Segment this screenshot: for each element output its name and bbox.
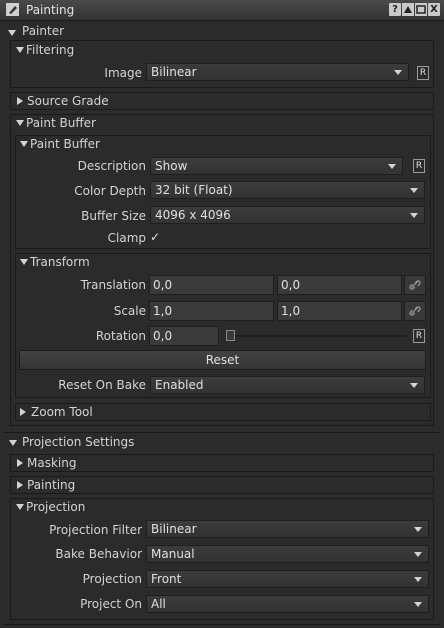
masking-title[interactable]: Masking — [27, 456, 76, 470]
chevron-down-icon — [410, 188, 418, 193]
translation-x-field[interactable]: 0,0 — [149, 275, 274, 295]
window-title: Painting — [26, 3, 75, 17]
bake-behavior-label: Bake Behavior — [55, 547, 142, 561]
color-depth-value: 32 bit (Float) — [155, 183, 233, 197]
transform-title[interactable]: Transform — [30, 255, 90, 269]
help-icon[interactable]: ? — [389, 3, 401, 16]
projection-collapse-icon[interactable] — [16, 504, 24, 510]
reset-on-bake-value: Enabled — [155, 378, 204, 392]
divider — [4, 432, 440, 433]
paint-buffer-section-collapse-icon[interactable] — [16, 120, 24, 126]
masking-expand-icon[interactable] — [17, 459, 23, 467]
bake-behavior-value: Manual — [151, 547, 195, 561]
paint-buffer-section-title[interactable]: Paint Buffer — [26, 116, 96, 130]
clamp-checkbox[interactable]: ✓ — [150, 230, 160, 244]
rotation-reset-button[interactable]: R — [413, 329, 425, 343]
window-titlebar: Painting ? X — [0, 0, 444, 21]
description-label: Description — [77, 159, 146, 173]
zoom-tool-title[interactable]: Zoom Tool — [31, 405, 93, 419]
buffer-size-label: Buffer Size — [81, 209, 146, 223]
projection-value: Front — [151, 572, 182, 586]
projection-filter-label: Projection Filter — [49, 523, 142, 537]
reset-on-bake-label: Reset On Bake — [58, 378, 146, 392]
minimize-icon[interactable] — [402, 3, 414, 16]
rotation-slider-track[interactable] — [230, 335, 406, 337]
description-reset-button[interactable]: R — [413, 159, 425, 173]
zoom-tool-expand-icon[interactable] — [20, 408, 26, 416]
chevron-down-icon — [414, 552, 422, 557]
chevron-down-icon — [410, 383, 418, 388]
projection-filter-dropdown[interactable]: Bilinear — [146, 520, 429, 538]
projection-filter-value: Bilinear — [151, 522, 197, 536]
chevron-down-icon — [394, 70, 402, 75]
projection-label: Projection — [82, 572, 142, 586]
color-depth-label: Color Depth — [74, 184, 146, 198]
clamp-label: Clamp — [107, 231, 146, 245]
buffer-size-dropdown[interactable]: 4096 x 4096 — [150, 206, 425, 224]
description-dropdown[interactable]: Show — [150, 157, 403, 175]
project-on-label: Project On — [80, 597, 142, 611]
divider — [4, 624, 440, 625]
description-value: Show — [155, 159, 188, 173]
chevron-down-icon — [414, 527, 422, 532]
paint-buffer-title[interactable]: Paint Buffer — [30, 137, 100, 151]
project-on-value: All — [151, 597, 166, 611]
close-icon[interactable]: X — [428, 3, 440, 16]
paint-buffer-collapse-icon[interactable] — [20, 141, 28, 147]
painting-expand-icon[interactable] — [17, 481, 23, 489]
image-label: Image — [104, 66, 142, 80]
scale-x-field[interactable]: 1,0 — [149, 301, 274, 321]
rotation-field[interactable]: 0,0 — [149, 326, 219, 346]
rotation-label: Rotation — [95, 329, 146, 343]
project-on-dropdown[interactable]: All — [146, 595, 429, 613]
transform-collapse-icon[interactable] — [20, 259, 28, 265]
chevron-down-icon — [414, 602, 422, 607]
image-filter-dropdown[interactable]: Bilinear — [146, 63, 409, 81]
link-icon[interactable] — [404, 301, 426, 321]
color-depth-dropdown[interactable]: 32 bit (Float) — [150, 181, 425, 199]
buffer-size-value: 4096 x 4096 — [155, 208, 231, 222]
projection-settings-collapse-icon[interactable] — [9, 440, 17, 446]
image-reset-button[interactable]: R — [417, 66, 429, 80]
projection-title[interactable]: Projection — [26, 500, 85, 514]
translation-y-field[interactable]: 0,0 — [277, 275, 402, 295]
scale-label: Scale — [113, 304, 146, 318]
filtering-title[interactable]: Filtering — [26, 43, 74, 57]
chevron-down-icon — [414, 577, 422, 582]
projection-dropdown[interactable]: Front — [146, 570, 429, 588]
source-grade-expand-icon[interactable] — [17, 97, 23, 105]
filtering-collapse-icon[interactable] — [16, 47, 24, 53]
link-icon[interactable] — [404, 275, 426, 295]
image-filter-value: Bilinear — [151, 65, 197, 79]
painter-title: Painter — [22, 24, 65, 38]
translation-label: Translation — [80, 278, 146, 292]
painting-title[interactable]: Painting — [27, 478, 75, 492]
collapse-arrow-icon — [8, 30, 16, 36]
chevron-down-icon — [410, 213, 418, 218]
app-icon — [6, 3, 19, 16]
source-grade-title[interactable]: Source Grade — [27, 94, 109, 108]
chevron-down-icon — [388, 164, 396, 169]
restore-icon[interactable] — [415, 3, 427, 16]
projection-settings-title[interactable]: Projection Settings — [22, 435, 134, 449]
reset-on-bake-dropdown[interactable]: Enabled — [150, 376, 425, 394]
rotation-slider-handle[interactable] — [226, 330, 235, 341]
reset-button[interactable]: Reset — [19, 350, 426, 370]
scale-y-field[interactable]: 1,0 — [277, 301, 402, 321]
bake-behavior-dropdown[interactable]: Manual — [146, 545, 429, 563]
